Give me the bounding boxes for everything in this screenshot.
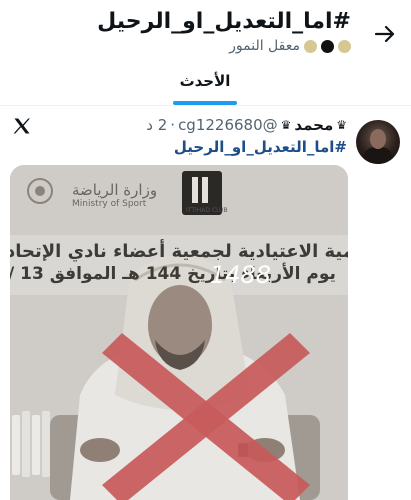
ministry-name-ar: وزارة الرياضة (72, 181, 158, 199)
banner-line-2: يوم الأربعاء بتاريخ 144 هـ الموافق 13 / (10, 264, 336, 284)
avatar[interactable] (356, 120, 400, 164)
crown-icon: ♛ (280, 118, 292, 132)
author-handle[interactable]: @cg1226680 (178, 116, 278, 134)
badge-dot-icon (321, 39, 334, 53)
badge-dot-icon (304, 39, 317, 53)
x-logo-icon (13, 118, 30, 134)
tweet[interactable]: ♛ محمد ♛ @cg1226680 · 2 د #اما_التعديل_ا… (0, 107, 411, 500)
banner-line-1: معية العمومية الاعتيادية لجمعية أعضاء نا… (10, 241, 348, 262)
header: #اما_التعديل_او_الرحيل معقل النمور (0, 0, 411, 68)
arrow-right-icon[interactable] (373, 22, 397, 46)
avatar-face (370, 129, 386, 149)
ministry-name-en: Ministry of Sport (72, 199, 147, 209)
author-name[interactable]: محمد (294, 116, 333, 134)
tab-latest[interactable]: الأحدث (172, 72, 238, 90)
community-name: معقل النمور (229, 38, 300, 54)
tab-active-indicator (173, 101, 237, 105)
scribble-text: 1488 (210, 261, 272, 289)
hashtag-link[interactable]: #اما_التعديل_او_الرحيل (174, 138, 347, 156)
page-title: #اما_التعديل_او_الرحيل (97, 9, 351, 34)
tab-bar: الأحدث (0, 66, 411, 106)
subtitle-row: معقل النمور (229, 38, 351, 54)
crown-icon: ♛ (336, 118, 347, 132)
tweet-media[interactable]: وزارة الرياضة Ministry of Sport ITTIHAD … (10, 165, 348, 500)
media-scene (10, 165, 348, 500)
badge-dot-icon (338, 39, 351, 53)
separator: · (170, 116, 176, 134)
timestamp[interactable]: 2 د (146, 116, 167, 134)
tweet-meta: ♛ محمد ♛ @cg1226680 · 2 د (146, 116, 347, 134)
club-label: ITTIHAD CLUB (186, 207, 228, 214)
avatar-figure (363, 147, 393, 164)
